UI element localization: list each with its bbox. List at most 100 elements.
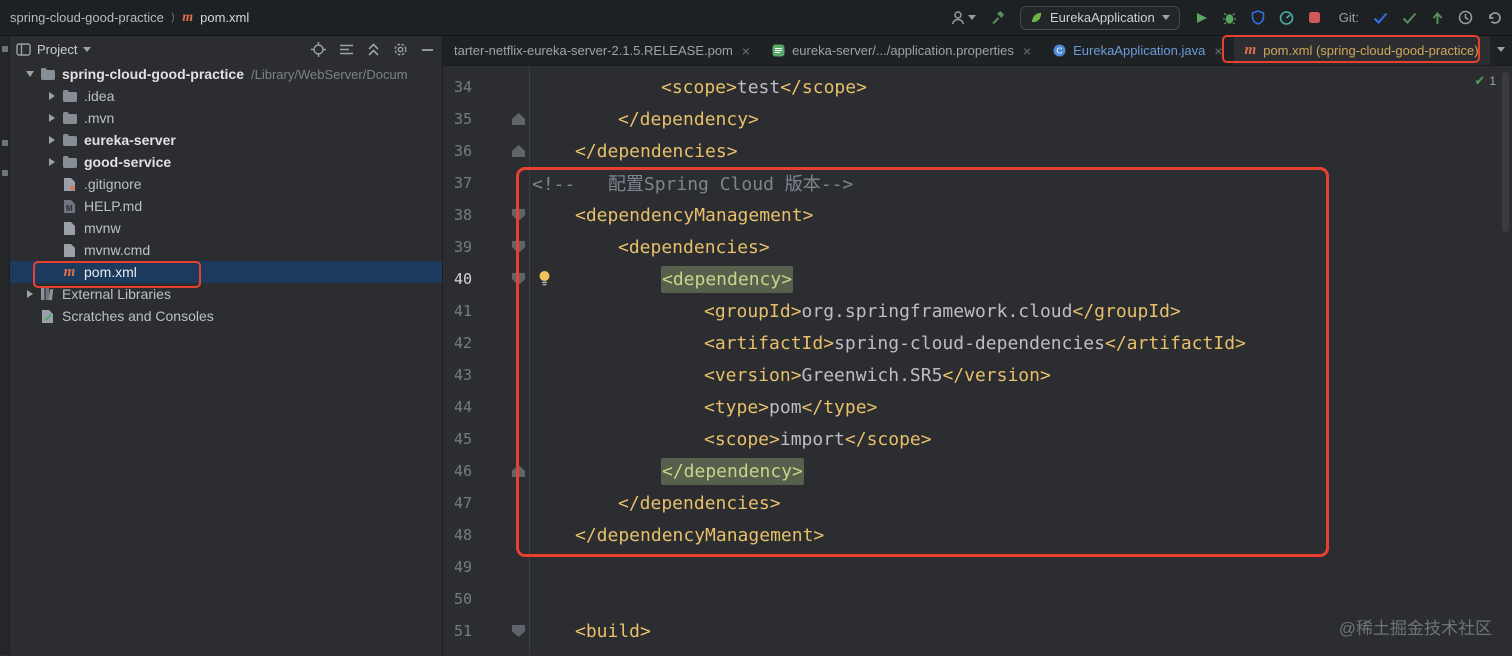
- git-push-button[interactable]: [1431, 11, 1444, 25]
- line-number[interactable]: 36: [443, 142, 472, 160]
- breadcrumb-project[interactable]: spring-cloud-good-practice: [10, 10, 164, 25]
- fold-region-end-icon[interactable]: [512, 145, 525, 157]
- code-line-50[interactable]: 50: [443, 583, 1512, 615]
- debug-button[interactable]: [1222, 11, 1237, 25]
- tab-close-icon[interactable]: ×: [1214, 43, 1222, 59]
- caret-collapsed-icon[interactable]: [42, 158, 61, 166]
- line-number[interactable]: 35: [443, 110, 472, 128]
- tab-close-icon[interactable]: ×: [1023, 43, 1031, 59]
- tree-item-scratches-and-consoles[interactable]: Scratches and Consoles: [10, 305, 442, 327]
- line-number[interactable]: 41: [443, 302, 472, 320]
- line-number[interactable]: 39: [443, 238, 472, 256]
- inspection-widget[interactable]: ✔ 1: [1474, 73, 1496, 89]
- fold-region-start-icon[interactable]: [512, 625, 525, 637]
- tree-item-mvnw-cmd[interactable]: mvnw.cmd: [10, 239, 442, 261]
- tree-item-spring-cloud-good-practice[interactable]: spring-cloud-good-practice/Library/WebSe…: [10, 63, 442, 85]
- build-hammer-icon[interactable]: [990, 10, 1006, 26]
- code-line-35[interactable]: 35 </dependency>: [443, 103, 1512, 135]
- code-line-52[interactable]: 52 <plugins>: [443, 647, 1512, 656]
- tool-window-stripe-icon[interactable]: [2, 170, 8, 176]
- editor-tab-tarter-netflix-eureka-server-2-1-5-relea[interactable]: tarter-netflix-eureka-server-2.1.5.RELEA…: [443, 36, 761, 65]
- git-update-button[interactable]: [1373, 12, 1388, 24]
- caret-collapsed-icon[interactable]: [20, 290, 39, 298]
- fold-region-end-icon[interactable]: [512, 113, 525, 125]
- editor-tab-pom-xml-spring-cloud-good-practice[interactable]: m pom.xml (spring-cloud-good-practice): [1233, 36, 1490, 65]
- line-number[interactable]: 46: [443, 462, 472, 480]
- git-commit-button[interactable]: [1402, 12, 1417, 24]
- run-button[interactable]: [1194, 11, 1208, 25]
- breadcrumb-file[interactable]: pom.xml: [200, 10, 249, 25]
- code-line-41[interactable]: 41 <groupId>org.springframework.cloud</gr…: [443, 295, 1512, 327]
- line-number[interactable]: 52: [443, 654, 472, 655]
- code-line-45[interactable]: 45 <scope>import</scope>: [443, 423, 1512, 455]
- code-line-40[interactable]: 40 <dependency>: [443, 263, 1512, 295]
- line-number[interactable]: 34: [443, 78, 472, 96]
- editor-tab-eureka-server-application-properties[interactable]: eureka-server/.../application.properties…: [761, 36, 1042, 65]
- code-line-38[interactable]: 38 <dependencyManagement>: [443, 199, 1512, 231]
- settings-gear-icon[interactable]: [393, 42, 408, 57]
- locate-file-icon[interactable]: [311, 42, 326, 57]
- code-line-46[interactable]: 46 </dependency>: [443, 455, 1512, 487]
- line-number[interactable]: 50: [443, 590, 472, 608]
- tab-close-icon[interactable]: ×: [742, 43, 750, 59]
- editor[interactable]: 34 <scope>test</scope> 35 </dependency> 36 </…: [443, 66, 1512, 655]
- hide-tool-window-icon[interactable]: [421, 48, 434, 52]
- fold-region-start-icon[interactable]: [512, 273, 525, 285]
- line-number[interactable]: 42: [443, 334, 472, 352]
- caret-collapsed-icon[interactable]: [42, 136, 61, 144]
- git-history-icon[interactable]: [1458, 10, 1473, 25]
- tree-item-mvn[interactable]: .mvn: [10, 107, 442, 129]
- code-line-44[interactable]: 44 <type>pom</type>: [443, 391, 1512, 423]
- line-number[interactable]: 48: [443, 526, 472, 544]
- line-number[interactable]: 44: [443, 398, 472, 416]
- tool-window-stripe-icon[interactable]: [2, 46, 8, 52]
- tool-window-stripe-icon[interactable]: [2, 140, 8, 146]
- tree-item-help-md[interactable]: M HELP.md: [10, 195, 442, 217]
- line-number[interactable]: 43: [443, 366, 472, 384]
- run-with-coverage-button[interactable]: [1251, 10, 1265, 25]
- code-line-37[interactable]: 37 <!-- 配置Spring Cloud 版本-->: [443, 167, 1512, 199]
- code-line-36[interactable]: 36 </dependencies>: [443, 135, 1512, 167]
- line-number[interactable]: 51: [443, 622, 472, 640]
- line-number[interactable]: 47: [443, 494, 472, 512]
- code-line-48[interactable]: 48 </dependencyManagement>: [443, 519, 1512, 551]
- code-line-47[interactable]: 47 </dependencies>: [443, 487, 1512, 519]
- code-line-43[interactable]: 43 <version>Greenwich.SR5</version>: [443, 359, 1512, 391]
- stop-button[interactable]: [1308, 11, 1321, 24]
- line-number[interactable]: 49: [443, 558, 472, 576]
- git-rollback-button[interactable]: [1487, 11, 1502, 25]
- tree-item-idea[interactable]: .idea: [10, 85, 442, 107]
- fold-region-start-icon[interactable]: [512, 241, 525, 253]
- run-config-select[interactable]: EurekaApplication: [1019, 5, 1180, 30]
- code-line-39[interactable]: 39 <dependencies>: [443, 231, 1512, 263]
- line-number[interactable]: 38: [443, 206, 472, 224]
- editor-scrollbar[interactable]: [1502, 72, 1509, 232]
- tree-item-external-libraries[interactable]: External Libraries: [10, 283, 442, 305]
- caret-collapsed-icon[interactable]: [42, 92, 61, 100]
- intention-bulb-icon[interactable]: [537, 270, 552, 287]
- collapse-all-icon[interactable]: [367, 42, 380, 57]
- user-account-icon[interactable]: [950, 10, 976, 26]
- left-tool-strip[interactable]: [0, 36, 10, 655]
- tree-item-good-service[interactable]: good-service: [10, 151, 442, 173]
- chevron-down-icon[interactable]: [83, 47, 92, 52]
- flatten-packages-icon[interactable]: [339, 43, 354, 56]
- tree-item-gitignore[interactable]: .gitignore: [10, 173, 442, 195]
- project-view-selector[interactable]: Project: [37, 42, 77, 57]
- caret-collapsed-icon[interactable]: [42, 114, 61, 122]
- editor-tab-eurekaapplication-java[interactable]: C EurekaApplication.java ×: [1042, 36, 1233, 65]
- line-number[interactable]: 45: [443, 430, 472, 448]
- tree-item-pom-xml[interactable]: m pom.xml: [10, 261, 442, 283]
- tree-item-mvnw[interactable]: mvnw: [10, 217, 442, 239]
- profiler-button[interactable]: [1279, 10, 1294, 25]
- code-line-42[interactable]: 42 <artifactId>spring-cloud-dependencies<…: [443, 327, 1512, 359]
- line-number[interactable]: 40: [443, 270, 472, 288]
- fold-region-start-icon[interactable]: [512, 209, 525, 221]
- caret-expanded-icon[interactable]: [20, 71, 39, 77]
- code-line-49[interactable]: 49: [443, 551, 1512, 583]
- tabs-overflow-chevron-icon[interactable]: [1497, 47, 1505, 52]
- line-number[interactable]: 37: [443, 174, 472, 192]
- tree-item-eureka-server[interactable]: eureka-server: [10, 129, 442, 151]
- code-line-34[interactable]: 34 <scope>test</scope>: [443, 71, 1512, 103]
- fold-region-end-icon[interactable]: [512, 465, 525, 477]
